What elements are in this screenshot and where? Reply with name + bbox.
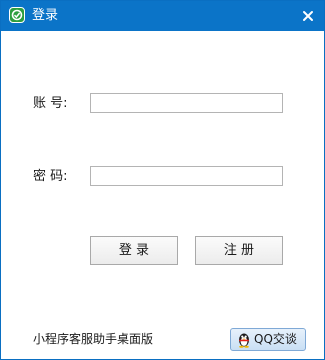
- window-title: 登录: [32, 8, 59, 23]
- close-icon: [303, 11, 313, 21]
- password-input[interactable]: [90, 166, 283, 186]
- close-button[interactable]: [298, 6, 318, 26]
- account-label: 账 号:: [33, 96, 68, 111]
- app-logo-icon: [9, 7, 25, 23]
- qq-chat-button[interactable]: QQ交谈: [230, 328, 306, 351]
- app-name-text: 小程序客服助手桌面版: [33, 332, 154, 346]
- password-label: 密 码:: [33, 169, 68, 184]
- login-window: 登录 账 号: 密 码: 登 录 注 册 小程序客服助手桌面版 QQ交谈: [0, 0, 325, 360]
- register-button[interactable]: 注 册: [195, 236, 283, 265]
- login-button[interactable]: 登 录: [90, 236, 178, 265]
- qq-penguin-icon: [236, 331, 252, 348]
- title-bar[interactable]: 登录: [1, 1, 324, 31]
- qq-chat-label: QQ交谈: [254, 332, 297, 346]
- account-input[interactable]: [90, 93, 283, 113]
